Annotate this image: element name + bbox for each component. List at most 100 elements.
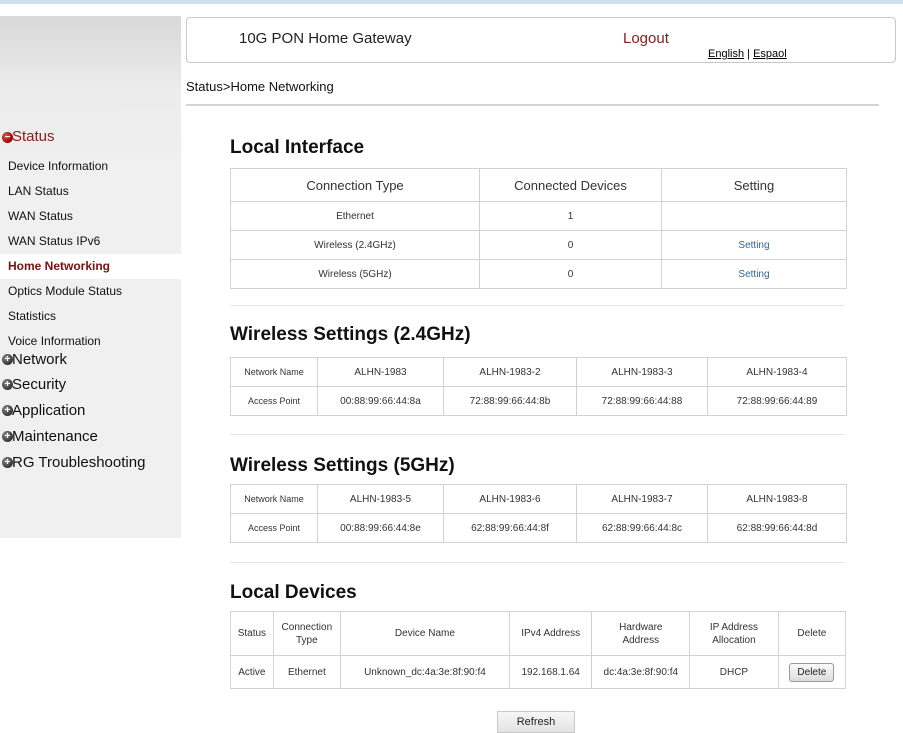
wireless-24-title: Wireless Settings (2.4GHz): [230, 324, 471, 345]
connected-devices-cell: 0: [479, 259, 662, 289]
table-row: Network Name ALHN-1983 ALHN-1983-2 ALHN-…: [230, 357, 847, 387]
sidebar-group-label: Maintenance: [12, 428, 98, 445]
column-header-hardware-address: Hardware Address: [591, 611, 691, 656]
sidebar-group-status[interactable]: − Status: [0, 128, 181, 150]
access-point-cell: 00:88:99:66:44:8a: [317, 386, 444, 416]
table-row: Active Ethernet Unknown_dc:4a:3e:8f:90:f…: [230, 655, 847, 689]
device-hardware-address-cell: dc:4a:3e:8f:90:f4: [591, 655, 691, 689]
network-name-cell: ALHN-1983: [317, 357, 444, 387]
column-header-ipv4-address: IPv4 Address: [508, 611, 593, 656]
local-interface-title: Local Interface: [230, 137, 365, 158]
device-ipv4-cell: 192.168.1.64: [508, 655, 593, 689]
connected-devices-cell: 0: [479, 230, 662, 260]
sidebar-group-security[interactable]: + Security: [0, 376, 181, 401]
device-status-cell: Active: [230, 655, 274, 689]
header-line: Allocation: [712, 634, 756, 646]
header-line: Hardware: [619, 621, 663, 633]
connection-type-cell: Wireless (5GHz): [230, 259, 480, 289]
table-row: Network Name ALHN-1983-5 ALHN-1983-6 ALH…: [230, 484, 847, 514]
device-ip-allocation-cell: DHCP: [689, 655, 779, 689]
sidebar-item-device-information[interactable]: Device Information: [0, 154, 181, 179]
sidebar-group-label: Network: [12, 351, 68, 368]
top-accent-line: [0, 0, 903, 4]
connected-devices-cell: 1: [479, 201, 662, 231]
table-row: Access Point 00:88:99:66:44:8e 62:88:99:…: [230, 513, 847, 543]
language-switcher: English | Espaol: [708, 48, 787, 60]
logout-link[interactable]: Logout: [623, 30, 669, 47]
sidebar-group-application[interactable]: + Application: [0, 402, 181, 427]
header-line: Connection: [281, 621, 333, 633]
language-spanish-link[interactable]: Espaol: [753, 48, 787, 60]
divider: [230, 562, 845, 563]
connection-type-cell: Wireless (2.4GHz): [230, 230, 480, 260]
access-point-cell: 62:88:99:66:44:8d: [707, 513, 847, 543]
sidebar-item-optics-module-status[interactable]: Optics Module Status: [0, 279, 181, 304]
sidebar-item-lan-status[interactable]: LAN Status: [0, 179, 181, 204]
access-point-cell: 62:88:99:66:44:8c: [576, 513, 708, 543]
sidebar-group-label: RG Troubleshooting: [12, 454, 146, 471]
access-point-cell: 00:88:99:66:44:8e: [317, 513, 444, 543]
sidebar-group-network[interactable]: + Network: [0, 351, 181, 376]
wireless-5-title: Wireless Settings (5GHz): [230, 455, 455, 476]
column-header: Setting: [661, 168, 847, 202]
access-point-cell: 72:88:99:66:44:88: [576, 386, 708, 416]
header-line: Type: [296, 634, 318, 646]
header-line: Address: [622, 634, 660, 646]
divider: [230, 305, 845, 306]
language-english-link[interactable]: English: [708, 48, 744, 60]
table-row: Access Point 00:88:99:66:44:8a 72:88:99:…: [230, 386, 847, 416]
access-point-cell: 62:88:99:66:44:8f: [443, 513, 577, 543]
sidebar-group-rg-troubleshooting[interactable]: + RG Troubleshooting: [0, 454, 181, 479]
connection-type-cell: Ethernet: [230, 201, 480, 231]
sidebar-item-wan-status-ipv6[interactable]: WAN Status IPv6: [0, 229, 181, 254]
sidebar: − Status Device Information LAN Status W…: [0, 16, 181, 538]
sidebar-group-label: Application: [12, 402, 86, 419]
access-point-cell: 72:88:99:66:44:8b: [443, 386, 577, 416]
sidebar-group-label: Status: [12, 128, 55, 145]
network-name-cell: ALHN-1983-8: [707, 484, 847, 514]
refresh-button[interactable]: Refresh: [497, 711, 575, 733]
column-header: Connected Devices: [479, 168, 662, 202]
setting-link-2-4ghz[interactable]: Setting: [738, 240, 769, 251]
app-title: 10G PON Home Gateway: [239, 30, 412, 47]
table-row: Ethernet 1: [230, 201, 847, 231]
sidebar-item-home-networking[interactable]: Home Networking: [0, 254, 181, 279]
divider: [230, 434, 845, 435]
device-name-cell: Unknown_dc:4a:3e:8f:90:f4: [339, 655, 510, 689]
language-separator: |: [747, 48, 750, 60]
column-header-delete: Delete: [777, 611, 847, 656]
sidebar-item-wan-status[interactable]: WAN Status: [0, 204, 181, 229]
sidebar-item-statistics[interactable]: Statistics: [0, 304, 181, 329]
header-line: IP Address: [709, 621, 759, 633]
table-row: Wireless (5GHz) 0 Setting: [230, 259, 847, 289]
local-interface-table: Connection Type Connected Devices Settin…: [230, 168, 847, 289]
setting-cell: [661, 201, 847, 231]
breadcrumb: Status>Home Networking: [186, 79, 334, 94]
network-name-cell: ALHN-1983-7: [576, 484, 708, 514]
column-header-status: Status: [230, 611, 274, 656]
delete-button[interactable]: Delete: [789, 662, 835, 682]
access-point-cell: 72:88:99:66:44:89: [707, 386, 847, 416]
wireless-5-table: Network Name ALHN-1983-5 ALHN-1983-6 ALH…: [230, 484, 847, 543]
row-label: Access Point: [230, 513, 318, 543]
wireless-24-table: Network Name ALHN-1983 ALHN-1983-2 ALHN-…: [230, 357, 847, 416]
setting-link-5ghz[interactable]: Setting: [738, 269, 769, 280]
device-connection-type-cell: Ethernet: [272, 655, 341, 689]
sidebar-group-label: Security: [12, 376, 67, 393]
column-header-connection-type: Connection Type: [272, 611, 341, 656]
network-name-cell: ALHN-1983-4: [707, 357, 847, 387]
divider: [186, 104, 879, 106]
local-devices-title: Local Devices: [230, 582, 357, 603]
sidebar-group-maintenance[interactable]: + Maintenance: [0, 428, 181, 453]
network-name-cell: ALHN-1983-6: [443, 484, 577, 514]
network-name-cell: ALHN-1983-5: [317, 484, 444, 514]
table-header-row: Status Connection Type Device Name IPv4 …: [230, 611, 847, 656]
column-header: Connection Type: [230, 168, 480, 202]
table-header-row: Connection Type Connected Devices Settin…: [230, 168, 847, 202]
local-devices-table: Status Connection Type Device Name IPv4 …: [230, 611, 847, 689]
header-bar: 10G PON Home Gateway Logout English | Es…: [186, 17, 896, 63]
table-row: Wireless (2.4GHz) 0 Setting: [230, 230, 847, 260]
network-name-cell: ALHN-1983-2: [443, 357, 577, 387]
row-label: Network Name: [230, 484, 318, 514]
column-header-ip-allocation: IP Address Allocation: [689, 611, 779, 656]
